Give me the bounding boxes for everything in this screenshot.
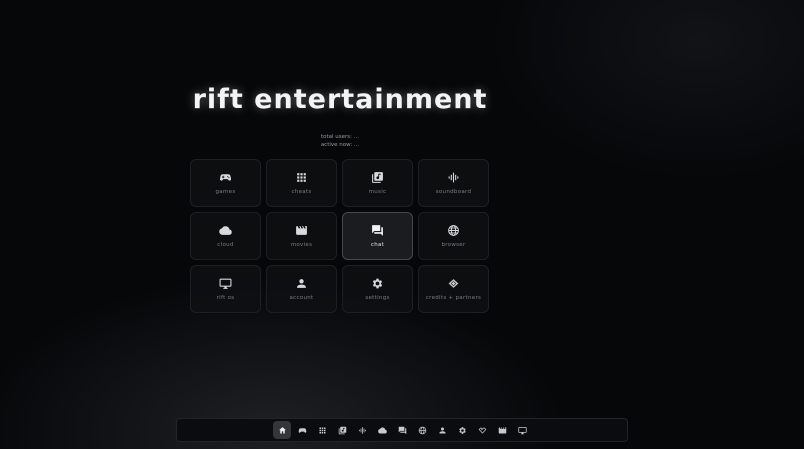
waveform-icon	[447, 171, 460, 184]
music-library-icon	[371, 171, 384, 184]
gear-icon	[371, 277, 384, 290]
dock-games-button[interactable]	[293, 421, 311, 439]
clapperboard-icon	[498, 427, 506, 433]
total-users-text: total users: ...	[320, 134, 360, 140]
handshake-icon	[447, 277, 460, 290]
tile-browser[interactable]: browser	[418, 212, 489, 260]
tile-settings[interactable]: settings	[342, 265, 413, 313]
dock-cloud-button[interactable]	[373, 421, 391, 439]
tile-label: credits + partners	[425, 295, 482, 301]
dock-soundboard-button[interactable]	[353, 421, 371, 439]
cloud-icon	[219, 224, 232, 237]
monitor-icon	[219, 277, 232, 290]
tile-credits-partners[interactable]: credits + partners	[418, 265, 489, 313]
dock-rift-os-button[interactable]	[513, 421, 531, 439]
dock-credits-button[interactable]	[473, 421, 491, 439]
tile-label: rift os	[216, 295, 235, 301]
chat-icon	[371, 224, 384, 237]
globe-icon	[447, 224, 460, 237]
dock-home-button[interactable]	[273, 421, 291, 439]
person-icon	[439, 427, 445, 433]
tile-label: movies	[290, 242, 313, 248]
music-library-icon	[338, 426, 346, 434]
clapperboard-icon	[295, 224, 308, 237]
dock-account-button[interactable]	[433, 421, 451, 439]
tile-label: cheats	[291, 189, 312, 195]
gamepad-icon	[298, 427, 306, 433]
tile-label: settings	[365, 295, 390, 301]
tile-soundboard[interactable]: soundboard	[418, 159, 489, 207]
handshake-icon	[478, 426, 486, 434]
grid-icon	[295, 171, 308, 184]
bottom-dock	[176, 418, 628, 442]
dock-cheats-button[interactable]	[313, 421, 331, 439]
cloud-icon	[377, 427, 387, 433]
tile-label: browser	[441, 242, 466, 248]
dock-items	[273, 421, 531, 439]
tile-music[interactable]: music	[342, 159, 413, 207]
tile-label: soundboard	[435, 189, 472, 195]
page-title: rift entertainment	[192, 84, 488, 115]
tile-label: cloud	[217, 242, 234, 248]
user-stats: total users: ... active now: ...	[0, 133, 680, 149]
gear-icon	[458, 426, 466, 434]
globe-icon	[418, 426, 426, 434]
dock-chat-button[interactable]	[393, 421, 411, 439]
monitor-icon	[517, 426, 527, 434]
dock-browser-button[interactable]	[413, 421, 431, 439]
tile-label: music	[368, 189, 387, 195]
tile-account[interactable]: account	[266, 265, 337, 313]
waveform-icon	[358, 426, 366, 434]
dock-music-button[interactable]	[333, 421, 351, 439]
tile-label: chat	[370, 242, 385, 248]
chat-icon	[398, 426, 406, 434]
tile-label: account	[289, 295, 314, 301]
gamepad-icon	[219, 171, 232, 184]
dock-movies-button[interactable]	[493, 421, 511, 439]
tile-movies[interactable]: movies	[266, 212, 337, 260]
grid-icon	[319, 427, 325, 433]
tile-chat[interactable]: chat	[342, 212, 413, 260]
tile-cloud[interactable]: cloud	[190, 212, 261, 260]
person-icon	[295, 277, 308, 290]
app-grid: games cheats music soundboard cloud movi…	[190, 159, 492, 313]
tile-label: games	[215, 189, 236, 195]
app-root: rift entertainment total users: ... acti…	[0, 0, 804, 449]
tile-games[interactable]: games	[190, 159, 261, 207]
tile-cheats[interactable]: cheats	[266, 159, 337, 207]
tile-rift-os[interactable]: rift os	[190, 265, 261, 313]
active-now-text: active now: ...	[320, 142, 360, 148]
home-icon	[278, 426, 286, 433]
dock-settings-button[interactable]	[453, 421, 471, 439]
